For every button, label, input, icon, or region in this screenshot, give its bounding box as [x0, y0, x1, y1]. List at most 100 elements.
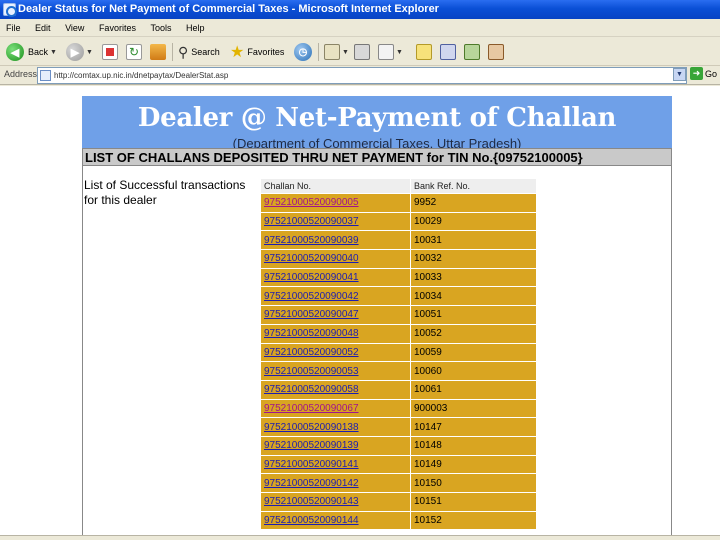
- stop-button[interactable]: [102, 41, 118, 63]
- column-header-bank-ref: Bank Ref. No.: [410, 178, 537, 194]
- refresh-button[interactable]: ↻: [126, 41, 142, 63]
- bank-ref-cell: 900003: [410, 398, 537, 419]
- address-input[interactable]: http://comtax.up.nic.in/dnetpaytax/Deale…: [37, 67, 687, 84]
- challan-link[interactable]: 97521000520090042: [264, 291, 359, 302]
- column-header-challan: Challan No.: [260, 178, 411, 194]
- table-row: 97521000520090139 10148: [260, 435, 537, 456]
- challan-link[interactable]: 97521000520090005: [264, 197, 359, 208]
- challan-link[interactable]: 97521000520090037: [264, 216, 359, 227]
- search-button[interactable]: ⚲ Search: [178, 41, 220, 63]
- challan-cell: 97521000520090138: [260, 417, 411, 437]
- challan-cell: 97521000520090005: [260, 193, 411, 213]
- mail-icon: [324, 44, 340, 60]
- bank-ref-cell: 10152: [410, 510, 537, 531]
- media-button[interactable]: [488, 41, 504, 63]
- favorites-label: Favorites: [247, 47, 285, 57]
- go-button[interactable]: ➜ Go: [690, 67, 717, 80]
- table-row: 97521000520090144 10152: [260, 510, 537, 531]
- mail-button[interactable]: ▼: [324, 41, 349, 63]
- bank-ref-cell: 10033: [410, 267, 537, 288]
- challan-link[interactable]: 97521000520090143: [264, 496, 359, 507]
- discuss-button[interactable]: [416, 41, 432, 63]
- challan-cell: 97521000520090039: [260, 230, 411, 251]
- bank-ref-cell: 10059: [410, 342, 537, 363]
- bank-ref-cell: 10034: [410, 286, 537, 307]
- challan-cell: 97521000520090139: [260, 435, 411, 456]
- stop-icon: [102, 44, 118, 60]
- bank-ref-cell: 10147: [410, 417, 537, 437]
- divider: [82, 166, 83, 540]
- history-icon: ◷: [294, 43, 312, 61]
- address-dropdown-icon[interactable]: ▼: [673, 68, 686, 81]
- challan-cell: 97521000520090041: [260, 267, 411, 288]
- menu-favorites[interactable]: Favorites: [93, 19, 142, 37]
- challan-cell: 97521000520090040: [260, 249, 411, 269]
- challan-link[interactable]: 97521000520090041: [264, 272, 359, 283]
- bank-ref-cell: 10060: [410, 361, 537, 381]
- back-dropdown-icon[interactable]: ▼: [50, 49, 57, 56]
- mail-dropdown-icon[interactable]: ▼: [342, 49, 349, 56]
- challan-cell: 97521000520090047: [260, 305, 411, 325]
- bank-ref-cell: 10149: [410, 454, 537, 475]
- challan-cell: 97521000520090143: [260, 492, 411, 512]
- table-header-row: Challan No. Bank Ref. No.: [260, 178, 537, 194]
- challan-link[interactable]: 97521000520090142: [264, 478, 359, 489]
- edit-dropdown-icon[interactable]: ▼: [396, 49, 403, 56]
- ie-icon: [3, 3, 17, 17]
- favorites-button[interactable]: ★ Favorites: [230, 41, 284, 63]
- history-button[interactable]: ◷: [294, 41, 312, 63]
- forward-button[interactable]: ▶ ▼: [66, 41, 93, 63]
- challan-link[interactable]: 97521000520090067: [264, 403, 359, 414]
- bank-ref-cell: 10061: [410, 379, 537, 400]
- address-url[interactable]: http://comtax.up.nic.in/dnetpaytax/Deale…: [54, 71, 228, 80]
- table-row: 97521000520090143 10151: [260, 492, 537, 512]
- media-icon: [488, 44, 504, 60]
- table-row: 97521000520090040 10032: [260, 249, 537, 269]
- menu-tools[interactable]: Tools: [144, 19, 177, 37]
- challan-link[interactable]: 97521000520090052: [264, 347, 359, 358]
- research-button[interactable]: [440, 41, 456, 63]
- challan-link[interactable]: 97521000520090139: [264, 440, 359, 451]
- list-heading: LIST OF CHALLANS DEPOSITED THRU NET PAYM…: [82, 148, 672, 166]
- forward-arrow-icon: ▶: [66, 43, 84, 61]
- challan-link[interactable]: 97521000520090053: [264, 366, 359, 377]
- messenger-icon: [464, 44, 480, 60]
- browser-window: Dealer Status for Net Payment of Commerc…: [0, 0, 720, 540]
- challan-link[interactable]: 97521000520090138: [264, 422, 359, 433]
- search-label: Search: [191, 47, 220, 57]
- bank-ref-cell: 10031: [410, 230, 537, 251]
- challan-link[interactable]: 97521000520090058: [264, 384, 359, 395]
- challan-link[interactable]: 97521000520090048: [264, 328, 359, 339]
- challan-cell: 97521000520090142: [260, 473, 411, 493]
- table-body: 97521000520090005 9952 97521000520090037 10…: [260, 193, 537, 531]
- back-arrow-icon: ◀: [6, 43, 24, 61]
- forward-dropdown-icon[interactable]: ▼: [86, 49, 93, 56]
- challan-link[interactable]: 97521000520090144: [264, 515, 359, 526]
- back-label: Back: [28, 47, 49, 57]
- challan-link[interactable]: 97521000520090040: [264, 253, 359, 264]
- home-icon: [150, 44, 166, 60]
- messenger-button[interactable]: [464, 41, 480, 63]
- table-row: 97521000520090047 10051: [260, 305, 537, 325]
- bank-ref-cell: 10051: [410, 305, 537, 325]
- menu-edit[interactable]: Edit: [29, 19, 57, 37]
- bank-ref-cell: 9952: [410, 193, 537, 213]
- challan-link[interactable]: 97521000520090039: [264, 235, 359, 246]
- table-row: 97521000520090053 10060: [260, 361, 537, 381]
- edit-button[interactable]: ▼: [378, 41, 403, 63]
- home-button[interactable]: [150, 41, 166, 63]
- print-button[interactable]: [354, 41, 370, 63]
- challan-cell: 97521000520090053: [260, 361, 411, 381]
- address-label: Address: [4, 69, 38, 79]
- bank-ref-cell: 10029: [410, 211, 537, 232]
- bank-ref-cell: 10148: [410, 435, 537, 456]
- challan-link[interactable]: 97521000520090047: [264, 309, 359, 320]
- challan-link[interactable]: 97521000520090141: [264, 459, 359, 470]
- menu-file[interactable]: File: [0, 19, 27, 37]
- star-icon: ★: [230, 44, 245, 61]
- menu-help[interactable]: Help: [180, 19, 211, 37]
- menu-view[interactable]: View: [59, 19, 90, 37]
- go-arrow-icon: ➜: [690, 67, 703, 80]
- bank-ref-cell: 10032: [410, 249, 537, 269]
- back-button[interactable]: ◀ Back ▼: [6, 41, 57, 63]
